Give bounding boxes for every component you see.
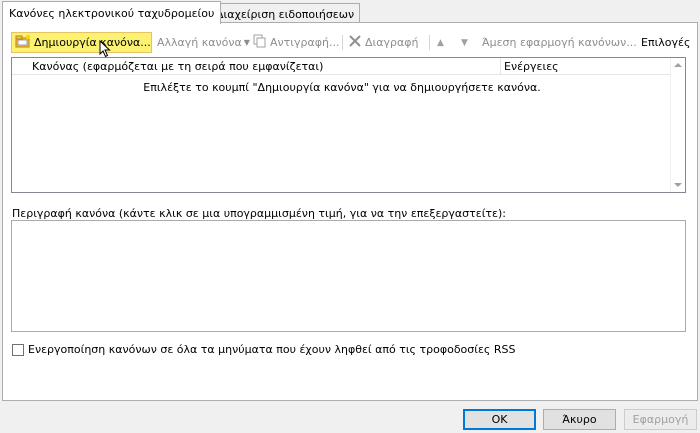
rule-description-box[interactable] [11, 220, 686, 332]
rule-description-label: Περιγραφή κανόνα (κάντε κλικ σε μια υπογ… [12, 207, 506, 220]
cancel-button[interactable]: Άκυρο [543, 409, 616, 430]
chevron-down-icon: ▼ [243, 38, 250, 47]
scroll-up-icon[interactable] [674, 63, 682, 67]
scroll-down-icon[interactable] [674, 183, 682, 187]
delete-icon [348, 34, 362, 51]
toolbar-separator [429, 35, 430, 50]
tab-email-rules[interactable]: Κανόνες ηλεκτρονικού ταχυδρομείου [2, 1, 222, 24]
change-rule-label: Αλλαγή κανόνα [157, 36, 242, 49]
rss-rules-checkbox[interactable] [12, 343, 24, 356]
rss-rules-option[interactable]: Ενεργοποίηση κανόνων σε όλα τα μηνύματα … [12, 343, 516, 356]
delete-label: Διαγραφή [365, 36, 419, 49]
rules-list-scrollbar[interactable] [670, 58, 685, 192]
options-button[interactable]: Επιλογές [641, 32, 690, 53]
column-header-rule[interactable]: Κανόνας (εφαρμόζεται με τη σειρά που εμφ… [12, 58, 501, 75]
column-header-actions[interactable]: Ενέργειες [501, 58, 672, 75]
rules-panel: Δημιουργία κανόνα... Αλλαγή κανόνα ▼ Αντ… [2, 22, 698, 401]
arrow-up-icon: ▲ [437, 37, 444, 48]
copy-icon [253, 34, 267, 51]
rss-rules-label: Ενεργοποίηση κανόνων σε όλα τα μηνύματα … [28, 343, 516, 356]
move-up-button[interactable]: ▲ [437, 32, 444, 53]
new-rule-icon [15, 34, 31, 51]
rules-list-empty-message: Επιλέξτε το κουμπί "Δημιουργία κανόνα" γ… [143, 81, 541, 94]
rules-list[interactable]: Κανόνας (εφαρμόζεται με τη σειρά που εμφ… [11, 57, 686, 193]
copy-rule-button[interactable]: Αντιγραφή... [253, 32, 339, 53]
ok-button[interactable]: OK [463, 409, 536, 430]
delete-rule-button[interactable]: Διαγραφή [348, 32, 418, 53]
rules-toolbar: Δημιουργία κανόνα... Αλλαγή κανόνα ▼ Αντ… [11, 32, 690, 54]
move-down-button[interactable]: ▼ [461, 32, 468, 53]
copy-label: Αντιγραφή... [270, 36, 340, 49]
apply-button[interactable]: Εφαρμογή [624, 409, 697, 430]
new-rule-label: Δημιουργία κανόνα... [34, 36, 151, 49]
run-rules-now-button[interactable]: Άμεση εφαρμογή κανόνων... [482, 32, 637, 53]
mouse-cursor-icon [99, 39, 111, 61]
toolbar-separator [342, 35, 343, 50]
tab-manage-alerts[interactable]: Διαχείριση ειδοποιήσεων [210, 3, 361, 23]
run-rules-now-label: Άμεση εφαρμογή κανόνων... [482, 36, 637, 49]
rules-list-header: Κανόνας (εφαρμόζεται με τη σειρά που εμφ… [12, 58, 672, 75]
new-rule-button[interactable]: Δημιουργία κανόνα... [11, 32, 152, 53]
options-label: Επιλογές [641, 36, 691, 49]
arrow-down-icon: ▼ [461, 37, 468, 48]
change-rule-button[interactable]: Αλλαγή κανόνα ▼ [157, 32, 250, 53]
